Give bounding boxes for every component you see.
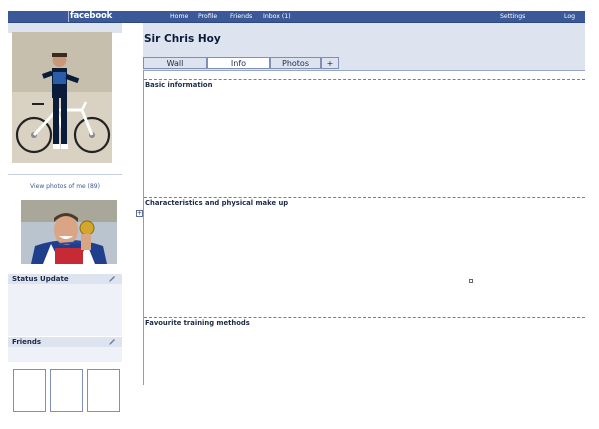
tab-wall[interactable]: Wall: [143, 57, 207, 69]
section-divider: [144, 79, 585, 80]
cyclist-with-bike-image: [12, 32, 112, 163]
medal-photo[interactable]: [21, 200, 117, 264]
nav-home-link[interactable]: Home: [170, 11, 188, 22]
nav-friends-link[interactable]: Friends: [230, 11, 252, 22]
athlete-with-medal-image: [21, 200, 117, 264]
friends-header: Friends: [8, 337, 122, 347]
tab-photos[interactable]: Photos: [270, 57, 321, 69]
nav-settings-link[interactable]: Settings: [500, 11, 525, 22]
edit-pencil-icon[interactable]: [108, 338, 116, 346]
sidebar-divider: [8, 174, 122, 175]
friends-body: [8, 347, 122, 362]
friend-slot[interactable]: [13, 369, 46, 412]
view-photos-link[interactable]: View photos of me (89): [8, 183, 122, 190]
nav-logout-link[interactable]: Log out: [564, 11, 585, 31]
resize-handle[interactable]: [469, 279, 473, 283]
status-update-header: Status Update: [8, 274, 122, 284]
section-title-basic-information: Basic information: [145, 81, 213, 89]
status-update-body: [8, 284, 122, 336]
move-handle-icon[interactable]: +: [136, 210, 143, 217]
friends-title: Friends: [12, 338, 42, 346]
top-nav-bar: facebook Home Profile Friends Inbox (1) …: [8, 11, 585, 31]
edit-pencil-icon[interactable]: [108, 275, 116, 283]
tab-info[interactable]: Info: [207, 57, 270, 69]
nav-profile-link[interactable]: Profile: [198, 11, 217, 22]
profile-name: Sir Chris Hoy: [144, 33, 221, 45]
section-divider: [144, 317, 585, 318]
section-title-characteristics: Characteristics and physical make up: [145, 199, 289, 207]
tab-add[interactable]: +: [321, 57, 339, 69]
section-title-training-methods: Favourite training methods: [145, 319, 250, 327]
friend-slot[interactable]: [50, 369, 83, 412]
content-left-border: [143, 70, 144, 385]
profile-picture[interactable]: [12, 32, 112, 163]
status-update-title: Status Update: [12, 275, 69, 283]
section-divider: [144, 197, 585, 198]
nav-inbox-link[interactable]: Inbox (1): [263, 11, 291, 22]
friend-slot[interactable]: [87, 369, 120, 412]
facebook-logo[interactable]: facebook: [68, 11, 112, 22]
